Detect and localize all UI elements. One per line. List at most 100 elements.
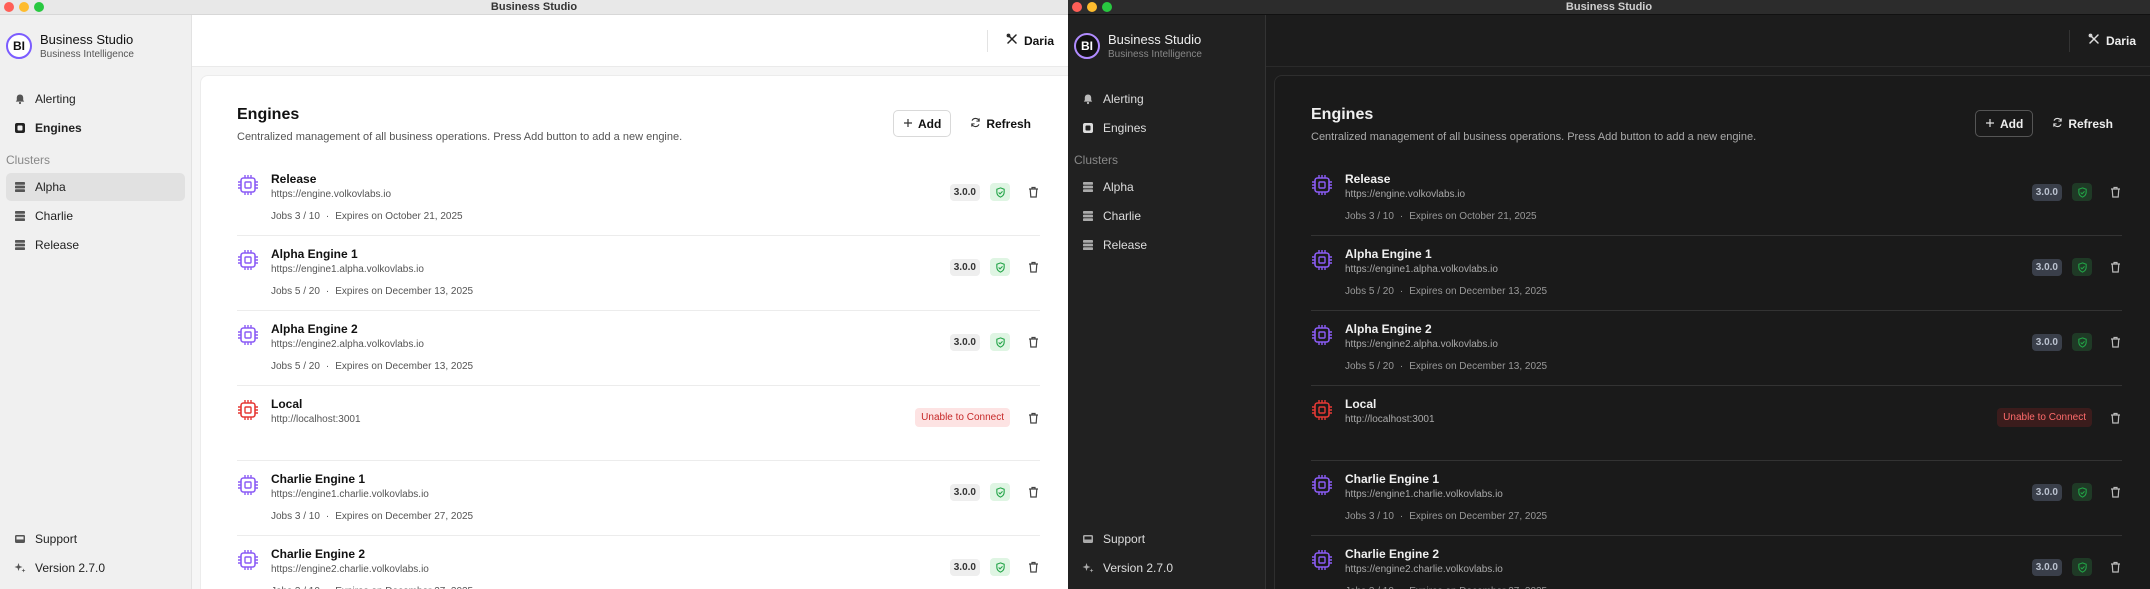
delete-icon[interactable] <box>1026 411 1040 425</box>
engine-name: Alpha Engine 1 <box>271 247 358 261</box>
delete-icon[interactable] <box>2108 411 2122 425</box>
engine-expires: Expires on December 13, 2025 <box>335 361 474 372</box>
meta-separator: · <box>325 211 330 222</box>
title-bar: Business Studio <box>1068 0 2150 15</box>
delete-icon[interactable] <box>2108 335 2122 349</box>
sidebar-label-release: Release <box>35 238 80 252</box>
engine-row[interactable]: Charlie Engine 2 https://engine2.charlie.… <box>1311 536 2122 589</box>
page-title: Engines <box>1311 106 1374 123</box>
version-item: Version 2.7.0 <box>1074 554 1259 582</box>
nav-item-alerting[interactable]: Alerting <box>6 85 185 113</box>
engine-row[interactable]: Release https://engine.volkovlabs.io Jobs … <box>1311 161 2122 236</box>
nav-label-support: Support <box>35 532 78 546</box>
shield-check-icon <box>990 258 1010 276</box>
minimize-window-button[interactable] <box>19 2 29 12</box>
engine-list: Release https://engine.volkovlabs.io Jobs … <box>1311 161 2122 589</box>
nav-item-alerting[interactable]: Alerting <box>1074 85 1259 113</box>
nav-item-engines[interactable]: Engines <box>6 114 185 142</box>
delete-icon[interactable] <box>1026 185 1040 199</box>
delete-icon[interactable] <box>1026 335 1040 349</box>
sidebar-item-alpha[interactable]: Alpha <box>1074 173 1259 201</box>
engine-name: Release <box>1345 172 1391 186</box>
refresh-label: Refresh <box>2068 116 2113 131</box>
cpu-icon <box>237 399 259 421</box>
engine-row[interactable]: Charlie Engine 2 https://engine2.charlie.… <box>237 536 1040 589</box>
refresh-button[interactable]: Refresh <box>2043 110 2122 137</box>
engine-info: Charlie Engine 1 https://engine1.charlie.… <box>1345 472 2032 522</box>
page-header: Engines Centralized management of all bu… <box>237 106 1040 143</box>
engine-info: Local http://localhost:3001 <box>271 397 915 425</box>
delete-icon[interactable] <box>2108 260 2122 274</box>
page-actions: Add Refresh <box>1974 110 2122 137</box>
version-label: Version 2.7.0 <box>35 561 106 575</box>
engine-actions: 3.0.0 <box>949 333 1040 351</box>
server-icon <box>14 239 26 251</box>
add-button[interactable]: Add <box>892 110 952 137</box>
add-button[interactable]: Add <box>1974 110 2034 137</box>
engine-row[interactable]: Local http://localhost:3001 Unable to Conn… <box>1311 386 2122 461</box>
zoom-window-button[interactable] <box>1102 2 1112 12</box>
main-content: Daria Engines Centralized management of … <box>192 15 1068 589</box>
sidebar: BI Business Studio Business Intelligence… <box>1068 15 1266 589</box>
engine-actions: 3.0.0 <box>949 183 1040 201</box>
page-description: Centralized management of all business o… <box>1311 131 1757 143</box>
refresh-button[interactable]: Refresh <box>961 110 1040 137</box>
close-window-button[interactable] <box>4 2 14 12</box>
engine-jobs: Jobs 5 / 20 <box>271 286 320 297</box>
engine-row[interactable]: Alpha Engine 1 https://engine1.alpha.volk… <box>237 236 1040 311</box>
meta-separator: · <box>1399 211 1404 222</box>
shield-check-icon <box>2072 558 2092 576</box>
server-icon <box>1082 239 1094 251</box>
delete-icon[interactable] <box>2108 485 2122 499</box>
engine-row[interactable]: Release https://engine.volkovlabs.io Jobs … <box>237 161 1040 236</box>
tools-icon <box>1006 33 1018 48</box>
engine-meta: Jobs 5 / 20 · Expires on December 13, 2025 <box>271 361 950 372</box>
user-name: Daria <box>2105 33 2136 48</box>
engine-info: Charlie Engine 1 https://engine1.charlie.… <box>271 472 950 522</box>
engine-row[interactable]: Charlie Engine 1 https://engine1.charlie.… <box>237 461 1040 536</box>
engine-jobs: Jobs 5 / 20 <box>1345 361 1394 372</box>
sidebar-item-release[interactable]: Release <box>6 231 185 259</box>
sidebar-item-charlie[interactable]: Charlie <box>6 202 185 230</box>
delete-icon[interactable] <box>2108 185 2122 199</box>
shield-check-icon <box>990 183 1010 201</box>
engine-url: https://engine2.alpha.volkovlabs.io <box>271 339 424 350</box>
delete-icon[interactable] <box>2108 560 2122 574</box>
engine-meta: Jobs 5 / 20 · Expires on December 13, 2025 <box>1345 361 2032 372</box>
engine-meta: Jobs 5 / 20 · Expires on December 13, 2025 <box>1345 286 2032 297</box>
engine-row[interactable]: Charlie Engine 1 https://engine1.charlie.… <box>1311 461 2122 536</box>
zoom-window-button[interactable] <box>34 2 44 12</box>
close-window-button[interactable] <box>1072 2 1082 12</box>
cpu-icon <box>1311 324 1333 346</box>
refresh-label: Refresh <box>986 116 1031 131</box>
sidebar-item-alpha[interactable]: Alpha <box>6 173 185 201</box>
engine-row[interactable]: Alpha Engine 2 https://engine2.alpha.volk… <box>237 311 1040 386</box>
inbox-icon <box>14 533 26 545</box>
engine-info: Local http://localhost:3001 <box>1345 397 1997 425</box>
delete-icon[interactable] <box>1026 560 1040 574</box>
nav-item-support[interactable]: Support <box>1074 525 1259 553</box>
engine-info: Release https://engine.volkovlabs.io Jobs … <box>271 172 950 222</box>
engine-row[interactable]: Local http://localhost:3001 Unable to Conn… <box>237 386 1040 461</box>
engine-info: Alpha Engine 1 https://engine1.alpha.volk… <box>1345 247 2032 297</box>
user-menu[interactable]: Daria <box>2068 29 2136 52</box>
sidebar-item-charlie[interactable]: Charlie <box>1074 202 1259 230</box>
engine-url: https://engine1.charlie.volkovlabs.io <box>1345 489 1503 500</box>
engine-expires: Expires on October 21, 2025 <box>335 211 463 222</box>
sidebar-item-release[interactable]: Release <box>1074 231 1259 259</box>
nav-item-support[interactable]: Support <box>6 525 185 553</box>
engine-url: https://engine1.alpha.volkovlabs.io <box>1345 264 1498 275</box>
window-title: Business Studio <box>1565 1 1653 13</box>
engine-url: http://localhost:3001 <box>1345 414 1435 425</box>
engine-row[interactable]: Alpha Engine 2 https://engine2.alpha.volk… <box>1311 311 2122 386</box>
delete-icon[interactable] <box>1026 260 1040 274</box>
window-title: Business Studio <box>490 1 578 13</box>
user-menu[interactable]: Daria <box>986 29 1054 52</box>
light-window: Business Studio BI Business Studio Busin… <box>0 0 1068 589</box>
nav-item-engines[interactable]: Engines <box>1074 114 1259 142</box>
minimize-window-button[interactable] <box>1087 2 1097 12</box>
engine-row[interactable]: Alpha Engine 1 https://engine1.alpha.volk… <box>1311 236 2122 311</box>
delete-icon[interactable] <box>1026 485 1040 499</box>
shield-check-icon <box>2072 258 2092 276</box>
server-icon <box>1082 181 1094 193</box>
